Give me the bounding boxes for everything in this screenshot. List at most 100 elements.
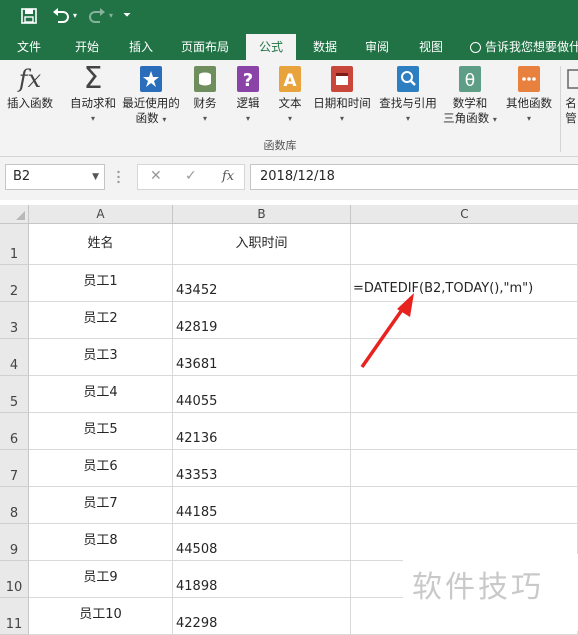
tab-page-layout[interactable]: 页面布局 xyxy=(174,34,236,60)
row-header[interactable]: 2 xyxy=(0,265,29,302)
date-cell-text: 42136 xyxy=(176,431,218,446)
row-header[interactable]: 6 xyxy=(0,413,29,450)
cancel-icon[interactable]: ✕ xyxy=(150,168,162,184)
date-cell[interactable]: 44055 xyxy=(173,376,351,413)
name-cell[interactable]: 员工2 xyxy=(29,302,173,339)
name-cell[interactable]: 员工8 xyxy=(29,524,173,561)
name-cell-text: 员工1 xyxy=(83,274,118,289)
recently-used-label-2: 函数 xyxy=(135,111,159,125)
drag-handle-icon[interactable] xyxy=(117,170,120,184)
date-time-button[interactable]: 日期和时间 ▾ xyxy=(310,64,374,126)
select-all-corner[interactable] xyxy=(0,205,29,224)
row-header[interactable]: 10 xyxy=(0,561,29,598)
row-header[interactable]: 8 xyxy=(0,487,29,524)
logical-label: 逻辑 xyxy=(236,96,260,110)
svg-text:?: ? xyxy=(243,70,253,91)
header-cell-date[interactable]: 入职时间 xyxy=(173,224,351,265)
row-header[interactable]: 1 xyxy=(0,224,29,265)
tab-home[interactable]: 开始 xyxy=(64,34,110,60)
date-cell[interactable]: 42819 xyxy=(173,302,351,339)
function-library-group-label: 函数库 xyxy=(263,139,297,152)
header-date-text: 入职时间 xyxy=(235,236,288,252)
tab-data[interactable]: 数据 xyxy=(302,34,348,60)
formula-input[interactable]: 2018/12/18 xyxy=(250,164,578,190)
row-header[interactable]: 11 xyxy=(0,598,29,635)
autosum-button[interactable]: Σ 自动求和 ▾ xyxy=(66,64,120,126)
name-cell[interactable]: 员工10 xyxy=(29,598,173,635)
autosum-label: 自动求和 xyxy=(70,96,116,110)
cell-c[interactable] xyxy=(351,487,578,524)
dots-book-icon xyxy=(516,64,542,94)
cell-c[interactable] xyxy=(351,339,578,376)
insert-function-icon[interactable]: fx xyxy=(222,169,234,184)
tell-me-search[interactable]: 告诉我您想要做什 xyxy=(470,34,578,60)
enter-icon[interactable]: ✓ xyxy=(185,168,197,184)
cell-c[interactable] xyxy=(351,450,578,487)
name-box[interactable]: B2 ▼ xyxy=(5,164,105,190)
more-functions-label: 其他函数 xyxy=(506,96,552,110)
row-header[interactable]: 5 xyxy=(0,376,29,413)
text-button[interactable]: A 文本 ▾ xyxy=(272,64,308,126)
date-cell[interactable]: 42136 xyxy=(173,413,351,450)
redo-icon[interactable] xyxy=(86,4,108,28)
date-time-label: 日期和时间 xyxy=(313,96,371,110)
name-box-value: B2 xyxy=(13,169,31,184)
financial-label: 财务 xyxy=(193,96,217,110)
cell-c1[interactable] xyxy=(351,224,578,265)
cell-c[interactable] xyxy=(351,376,578,413)
date-cell[interactable]: 41898 xyxy=(173,561,351,598)
text-book-icon: A xyxy=(277,64,303,94)
name-cell-text: 员工4 xyxy=(83,385,118,400)
recently-used-label: 最近使用的 xyxy=(122,96,180,110)
date-cell[interactable]: 44185 xyxy=(173,487,351,524)
logical-button[interactable]: ? 逻辑 ▾ xyxy=(230,64,266,126)
row-header[interactable]: 3 xyxy=(0,302,29,339)
cell-c[interactable] xyxy=(351,302,578,339)
row-header[interactable]: 4 xyxy=(0,339,29,376)
cell-c[interactable] xyxy=(351,413,578,450)
date-cell[interactable]: 43681 xyxy=(173,339,351,376)
undo-icon[interactable] xyxy=(50,4,72,28)
name-cell-text: 员工7 xyxy=(83,496,118,511)
tab-formulas[interactable]: 公式 xyxy=(246,34,296,60)
header-cell-name[interactable]: 姓名 xyxy=(29,224,173,265)
row-header[interactable]: 9 xyxy=(0,524,29,561)
customize-toolbar-icon[interactable]: ⏷ xyxy=(120,4,134,28)
lookup-reference-button[interactable]: 查找与引用 ▾ xyxy=(376,64,440,126)
column-header-a[interactable]: A xyxy=(29,205,173,224)
name-cell[interactable]: 员工6 xyxy=(29,450,173,487)
date-cell[interactable]: 43452 xyxy=(173,265,351,302)
date-cell[interactable]: 42298 xyxy=(173,598,351,635)
insert-function-button[interactable]: fx 插入函数 xyxy=(4,64,56,111)
tab-insert[interactable]: 插入 xyxy=(118,34,164,60)
name-cell[interactable]: 员工9 xyxy=(29,561,173,598)
date-cell-text: 43681 xyxy=(176,357,218,372)
lookup-reference-label: 查找与引用 xyxy=(379,96,437,110)
tab-view[interactable]: 视图 xyxy=(408,34,454,60)
date-cell[interactable]: 44508 xyxy=(173,524,351,561)
save-icon[interactable] xyxy=(18,4,40,28)
undo-dropdown-icon[interactable]: ▾ xyxy=(70,4,80,28)
financial-button[interactable]: 财务 ▾ xyxy=(186,64,224,126)
name-manager-button[interactable]: 名 管 xyxy=(564,64,578,126)
ribbon-separator xyxy=(560,66,561,152)
chevron-down-icon[interactable]: ▼ xyxy=(92,165,99,189)
tell-me-label: 告诉我您想要做什 xyxy=(485,40,578,54)
recently-used-button[interactable]: 最近使用的 函数 ▾ xyxy=(120,64,182,127)
name-cell[interactable]: 员工1 xyxy=(29,265,173,302)
column-header-b[interactable]: B xyxy=(173,205,351,224)
more-functions-button[interactable]: 其他函数 ▾ xyxy=(502,64,556,126)
name-cell[interactable]: 员工4 xyxy=(29,376,173,413)
name-cell[interactable]: 员工3 xyxy=(29,339,173,376)
theta-book-icon: θ xyxy=(457,64,483,94)
row-header[interactable]: 7 xyxy=(0,450,29,487)
math-trig-button[interactable]: θ 数学和 三角函数 ▾ xyxy=(440,64,500,127)
date-cell-text: 42298 xyxy=(176,616,218,631)
date-cell[interactable]: 43353 xyxy=(173,450,351,487)
name-cell[interactable]: 员工7 xyxy=(29,487,173,524)
column-header-c[interactable]: C xyxy=(351,205,578,224)
redo-dropdown-icon[interactable]: ▾ xyxy=(106,4,116,28)
tab-file[interactable]: 文件 xyxy=(6,34,52,60)
tab-review[interactable]: 审阅 xyxy=(354,34,400,60)
name-cell[interactable]: 员工5 xyxy=(29,413,173,450)
